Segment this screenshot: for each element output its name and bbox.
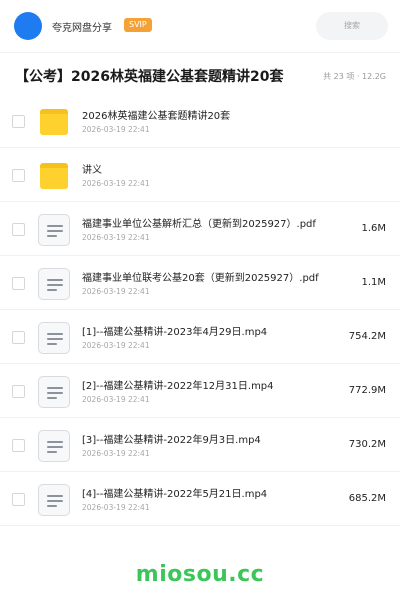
file-size: 1.6M [361,223,386,234]
file-size: 730.2M [348,439,386,450]
file-date: 2026-03-19 22:41 [82,341,150,350]
file-date: 2026-03-19 22:41 [82,179,150,188]
file-date: 2026-03-19 22:41 [82,233,150,242]
select-checkbox[interactable] [12,493,25,506]
file-name: 讲义 [82,165,102,176]
select-checkbox[interactable] [12,277,25,290]
page-title: 【公考】2026林英福建公基套题精讲20套 [15,69,284,85]
list-item[interactable]: 福建事业单位联考公基20套（更新到2025927）.pdf 2026-03-19… [0,256,400,310]
list-item[interactable]: [4]--福建公基精讲-2022年5月21日.mp4 2026-03-19 22… [0,472,400,526]
file-date: 2026-03-19 22:41 [82,449,150,458]
folder-icon [38,106,70,138]
file-name: 福建事业单位公基解析汇总（更新到2025927）.pdf [82,219,316,230]
file-date: 2026-03-19 22:41 [82,125,150,134]
list-item[interactable]: 福建事业单位公基解析汇总（更新到2025927）.pdf 2026-03-19 … [0,202,400,256]
header-bar: 夸克网盘分享 SVIP 搜索 [0,0,400,52]
list-item[interactable]: [1]--福建公基精讲-2023年4月29日.mp4 2026-03-19 22… [0,310,400,364]
file-date: 2026-03-19 22:41 [82,395,150,404]
list-item[interactable]: 讲义 2026-03-19 22:41 [0,148,400,202]
select-checkbox[interactable] [12,223,25,236]
document-icon [38,484,70,516]
list-item[interactable]: [2]--福建公基精讲-2022年12月31日.mp4 2026-03-19 2… [0,364,400,418]
svip-badge: SVIP [124,18,152,32]
file-size: 1.1M [361,277,386,288]
file-name: [1]--福建公基精讲-2023年4月29日.mp4 [82,327,268,338]
file-size: 685.2M [348,493,386,504]
select-checkbox[interactable] [12,169,25,182]
search-input[interactable]: 搜索 [316,12,388,40]
select-checkbox[interactable] [12,385,25,398]
file-size: 772.9M [348,385,386,396]
select-checkbox[interactable] [12,439,25,452]
file-name: [3]--福建公基精讲-2022年9月3日.mp4 [82,435,261,446]
select-checkbox[interactable] [12,331,25,344]
watermark-text: miosou.cc [135,562,265,587]
list-item[interactable]: [3]--福建公基精讲-2022年9月3日.mp4 2026-03-19 22:… [0,418,400,472]
document-icon [38,214,70,246]
document-icon [38,376,70,408]
file-date: 2026-03-19 22:41 [82,287,150,296]
avatar[interactable] [14,12,42,40]
folder-title-bar: 【公考】2026林英福建公基套题精讲20套 共 23 项 · 12.2G [0,58,400,94]
document-icon [38,430,70,462]
file-name: 福建事业单位联考公基20套（更新到2025927）.pdf [82,273,319,284]
select-checkbox[interactable] [12,115,25,128]
document-icon [38,322,70,354]
file-size: 754.2M [348,331,386,342]
file-list: 2026林英福建公基套题精讲20套 2026-03-19 22:41 讲义 20… [0,94,400,526]
folder-icon [38,160,70,192]
item-summary: 共 23 项 · 12.2G [323,72,386,81]
file-name: [2]--福建公基精讲-2022年12月31日.mp4 [82,381,274,392]
username: 夸克网盘分享 [52,23,112,34]
file-date: 2026-03-19 22:41 [82,503,150,512]
header-divider [0,52,400,53]
list-item[interactable]: 2026林英福建公基套题精讲20套 2026-03-19 22:41 [0,94,400,148]
file-name: [4]--福建公基精讲-2022年5月21日.mp4 [82,489,268,500]
file-name: 2026林英福建公基套题精讲20套 [82,111,231,122]
document-icon [38,268,70,300]
